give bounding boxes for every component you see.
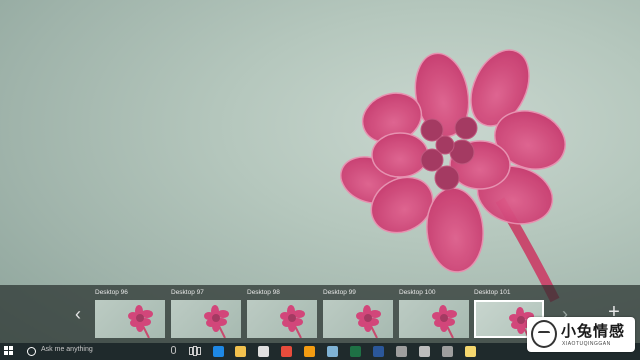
word-icon[interactable] [373,346,384,357]
desktop-thumbnail[interactable]: Desktop 96 [95,289,165,339]
desktop-label: Desktop 98 [247,289,280,296]
store-icon[interactable] [258,346,269,357]
firefox-icon[interactable] [304,346,315,357]
desktop-preview[interactable] [247,300,317,338]
photos-icon[interactable] [465,346,476,357]
desktop-thumbnail[interactable]: Desktop 97 [171,289,241,339]
thumbnail-flower-image [128,305,153,338]
settings-app-icon[interactable] [419,346,430,357]
start-button[interactable] [4,346,14,356]
desktop-thumbnail[interactable]: Desktop 100 [399,289,469,339]
task-view-button[interactable] [189,346,201,356]
desktop-label: Desktop 97 [171,289,204,296]
desktop-preview[interactable] [171,300,241,338]
chrome-icon[interactable] [281,346,292,357]
desktop-label: Desktop 96 [95,289,128,296]
watermark-subtitle: XIAOTUQINGGAN [562,341,611,347]
desktop-label: Desktop 101 [474,289,511,296]
paint-icon[interactable] [396,346,407,357]
calculator-icon[interactable] [442,346,453,357]
desktop-label: Desktop 100 [399,289,436,296]
desktop-thumbnail[interactable]: Desktop 99 [323,289,393,339]
watermark-title: 小兔情感 [561,323,626,340]
thumbnail-flower-image [280,305,305,338]
edge-icon[interactable] [213,346,224,357]
desktop-preview[interactable] [95,300,165,338]
desktop-preview[interactable] [323,300,393,338]
desktop-preview[interactable] [399,300,469,338]
search-box[interactable]: Ask me anything [41,346,93,353]
thumbnail-flower-image [204,305,229,338]
thumbnail-flower-image [432,305,457,338]
excel-icon[interactable] [350,346,361,357]
cortana-icon[interactable] [27,347,36,356]
desktop-label: Desktop 99 [323,289,356,296]
thumbnail-flower-image [356,305,381,338]
file-explorer-icon[interactable] [235,346,246,357]
notepad-icon[interactable] [327,346,338,357]
rabbit-glasses-logo-icon [531,320,557,348]
desktop-thumbnail[interactable]: Desktop 98 [247,289,317,339]
previous-desktops-arrow[interactable]: ‹ [70,303,86,325]
microphone-icon[interactable] [171,346,176,354]
watermark-logo: 小兔情感 XIAOTUQINGGAN [527,317,635,352]
